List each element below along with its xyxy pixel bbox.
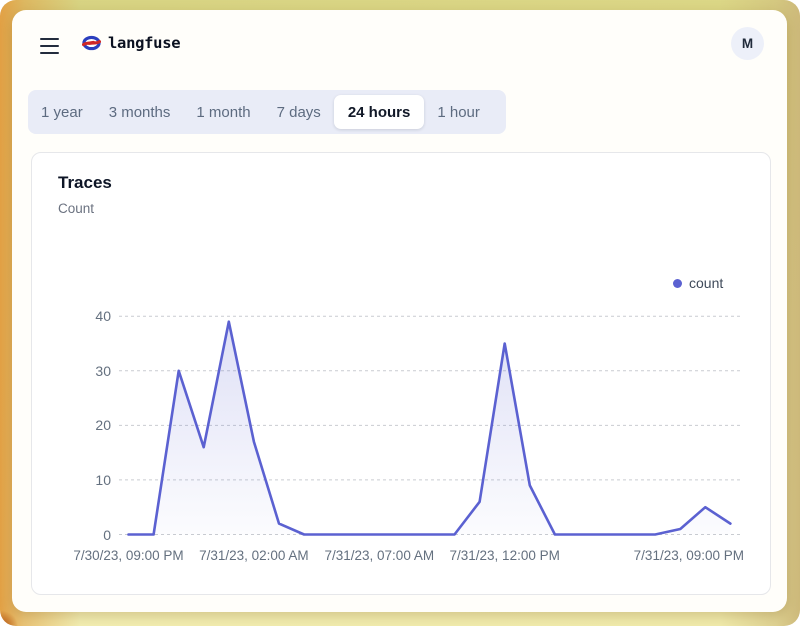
- x-axis-tick-label: 7/31/23, 02:00 AM: [184, 547, 324, 564]
- tab-3-months[interactable]: 3 months: [96, 95, 184, 129]
- y-axis-tick-label: 30: [76, 362, 111, 380]
- user-avatar[interactable]: M: [731, 27, 764, 60]
- y-axis-tick-label: 20: [76, 416, 111, 434]
- brand[interactable]: langfuse: [82, 34, 180, 52]
- time-range-tabbar: 1 year 3 months 1 month 7 days 24 hours …: [28, 90, 506, 134]
- menu-icon[interactable]: [40, 38, 59, 54]
- brand-name: langfuse: [108, 34, 180, 52]
- y-axis-tick-label: 0: [76, 526, 111, 544]
- x-axis-tick-label: 7/30/23, 09:00 PM: [59, 547, 199, 564]
- x-axis-tick-label: 7/31/23, 07:00 AM: [309, 547, 449, 564]
- tab-7-days[interactable]: 7 days: [264, 95, 334, 129]
- x-axis-tick-label: 7/31/23, 09:00 PM: [604, 547, 744, 564]
- tab-1-year[interactable]: 1 year: [28, 95, 96, 129]
- tab-24-hours[interactable]: 24 hours: [334, 95, 425, 129]
- x-axis-tick-label: 7/31/23, 12:00 PM: [435, 547, 575, 564]
- tab-1-month[interactable]: 1 month: [183, 95, 263, 129]
- app-panel: langfuse M 1 year 3 months 1 month 7 day…: [12, 10, 787, 612]
- traces-card: Traces Count count 0102030407/30/23, 09:…: [31, 152, 771, 595]
- app-frame: langfuse M 1 year 3 months 1 month 7 day…: [0, 0, 800, 626]
- tab-1-hour[interactable]: 1 hour: [424, 95, 493, 129]
- langfuse-knot-icon: [82, 35, 101, 51]
- y-axis-tick-label: 10: [76, 471, 111, 489]
- traces-area-chart: [32, 153, 772, 596]
- count-area: [129, 322, 731, 535]
- avatar-initial: M: [742, 36, 753, 51]
- y-axis-tick-label: 40: [76, 307, 111, 325]
